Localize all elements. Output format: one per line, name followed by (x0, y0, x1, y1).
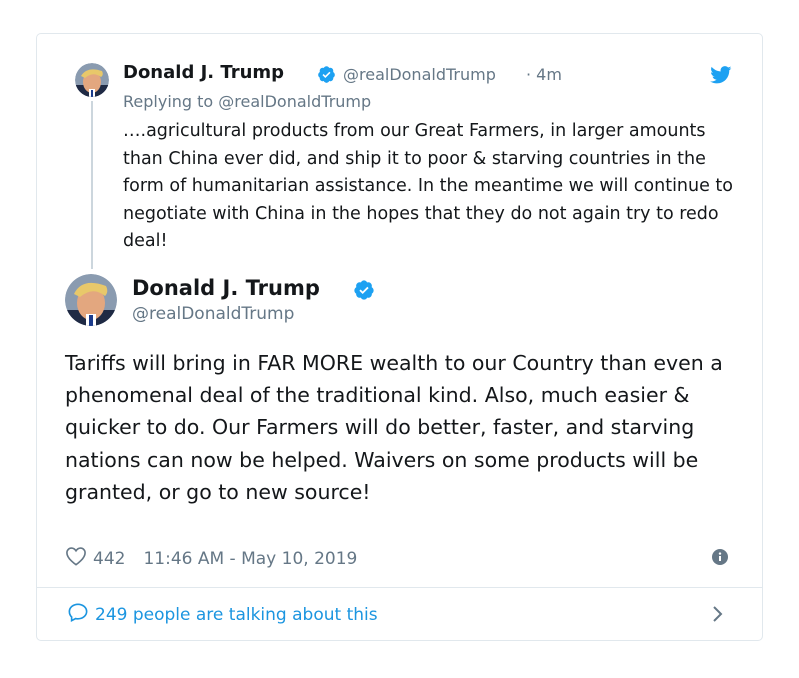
tweet-embed-card: Donald J. Trump @realDonaldTrump · 4m Re… (36, 33, 763, 641)
parent-tweet-text: ….agricultural products from our Great F… (123, 121, 734, 251)
parent-author-name[interactable]: Donald J. Trump (123, 62, 284, 83)
talking-label[interactable]: 249 people are talking about this (95, 605, 378, 625)
parent-avatar[interactable] (75, 63, 109, 97)
verified-badge-icon (317, 65, 336, 88)
main-tweet-text: Tariffs will bring in FAR MORE wealth to… (65, 351, 723, 504)
tweet-meta-row: 442 11:46 AM - May 10, 2019 (65, 546, 357, 571)
info-icon[interactable] (712, 549, 728, 569)
chevron-right-icon[interactable] (712, 605, 724, 627)
twitter-bird-icon[interactable] (710, 66, 732, 88)
thread-connector-line (91, 101, 93, 269)
parent-author-handle[interactable]: @realDonaldTrump (343, 65, 496, 84)
heart-icon[interactable] (65, 546, 87, 571)
speech-bubble-icon (67, 602, 89, 627)
main-author-handle[interactable]: @realDonaldTrump (132, 304, 294, 324)
verified-badge-icon (353, 279, 375, 305)
parent-timestamp[interactable]: · 4m (526, 65, 562, 84)
footer-divider (37, 587, 762, 588)
talking-link[interactable]: 249 people are talking about this (67, 602, 378, 627)
tweet-timestamp[interactable]: 11:46 AM - May 10, 2019 (143, 549, 357, 569)
main-avatar[interactable] (65, 274, 117, 326)
replying-to-label: Replying to @realDonaldTrump (123, 92, 372, 111)
main-author-name[interactable]: Donald J. Trump (132, 276, 320, 300)
like-count[interactable]: 442 (93, 549, 125, 569)
